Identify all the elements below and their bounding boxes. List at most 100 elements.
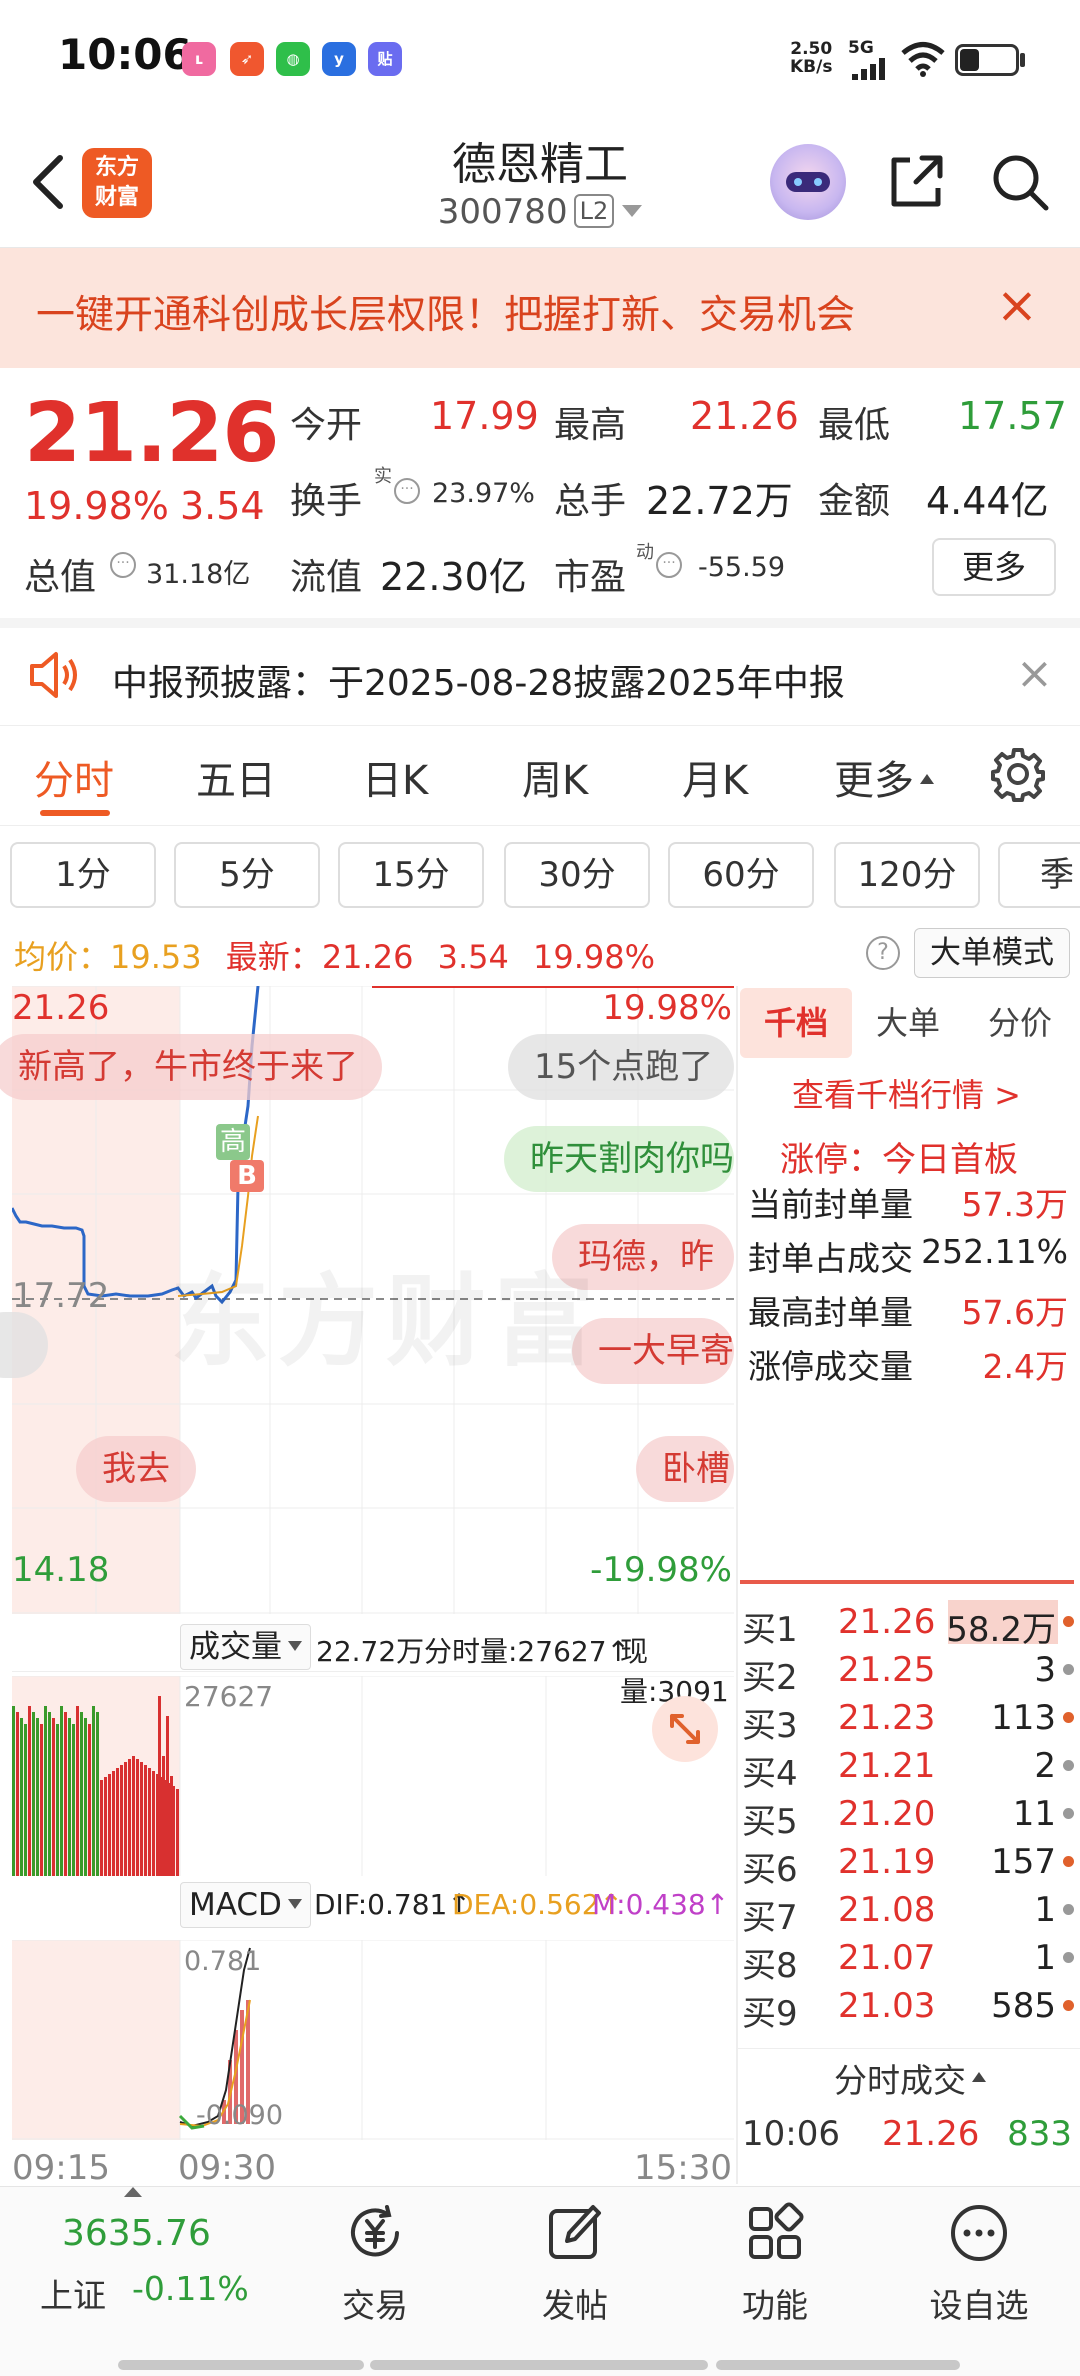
volume-bar: [148, 1768, 151, 1876]
tab-big-order[interactable]: 大单: [852, 988, 964, 1058]
turnover-sup: 实: [374, 466, 392, 487]
bid-row[interactable]: 买7 21.08 1: [742, 1886, 1076, 1938]
limit-stat-row: 封单占成交 252.11%: [748, 1232, 1068, 1280]
nav-functions[interactable]: 功能: [700, 2201, 850, 2327]
index-value[interactable]: 3635.76: [62, 2213, 211, 2254]
bid-price: 21.25: [838, 1650, 936, 1690]
search-icon[interactable]: [988, 150, 1052, 214]
bid-row[interactable]: 买8 21.07 1: [742, 1934, 1076, 1986]
tab-five-day[interactable]: 五日: [196, 748, 276, 806]
bid-row[interactable]: 买6 21.19 157: [742, 1838, 1076, 1890]
bid-dot: [1063, 1760, 1074, 1771]
bid-row[interactable]: 买5 21.20 11: [742, 1790, 1076, 1842]
macd-chart[interactable]: 0.781 -0.090: [12, 1940, 734, 2140]
close-icon[interactable]: ×: [996, 280, 1038, 330]
interval-quarter-button[interactable]: 季: [998, 842, 1080, 908]
gesture-bar: [716, 2360, 960, 2370]
comment-bubble[interactable]: 卧槽: [636, 1436, 734, 1502]
interval-30min-button[interactable]: 30分: [504, 842, 650, 908]
index-name[interactable]: 上证: [40, 2269, 106, 2317]
tab-monthly-k[interactable]: 月K: [682, 748, 748, 806]
interval-15min-button[interactable]: 15分: [338, 842, 484, 908]
tab-intraday[interactable]: 分时: [34, 748, 114, 806]
comment-bubble[interactable]: 昨天割肉你吗: [504, 1126, 734, 1192]
close-icon[interactable]: ×: [1016, 648, 1053, 699]
nav-trade[interactable]: 交易: [300, 2201, 450, 2327]
ai-assistant-icon[interactable]: [770, 144, 846, 220]
info-icon[interactable]: ···: [394, 478, 420, 504]
interval-1min-button[interactable]: 1分: [10, 842, 156, 908]
yp-app-icon: y: [322, 42, 356, 76]
price-axis-mid: 17.72: [12, 1276, 110, 1316]
volume-bar: [72, 1724, 75, 1876]
bid-price: 21.08: [838, 1890, 936, 1930]
nav-post[interactable]: 发帖: [500, 2201, 650, 2327]
volume-bar: [64, 1712, 67, 1876]
high-label: 最高: [554, 405, 627, 446]
nav-add-watchlist-label: 设自选: [929, 2286, 1029, 2325]
volume-bar: [96, 1712, 99, 1876]
more-dots-icon: [951, 2205, 1007, 2261]
nav-functions-label: 功能: [742, 2286, 808, 2325]
limit-stat-label: 当前封单量: [748, 1185, 913, 1224]
bid-row[interactable]: 买4 21.21 2: [742, 1742, 1076, 1794]
comment-bubble[interactable]: 我去: [76, 1436, 196, 1502]
low-label: 最低: [818, 405, 891, 446]
speaker-icon: [30, 652, 77, 698]
help-icon[interactable]: ?: [866, 936, 900, 970]
volume-chart[interactable]: 27627: [12, 1676, 734, 1876]
bid-price: 21.21: [838, 1746, 936, 1786]
bid-row[interactable]: 买3 21.23 113: [742, 1694, 1076, 1746]
interval-5min-button[interactable]: 5分: [174, 842, 320, 908]
comment-bubble[interactable]: 新高了，牛市终于来了: [0, 1034, 382, 1100]
bid-price: 21.03: [838, 1986, 936, 2026]
more-button[interactable]: 更多: [932, 538, 1056, 596]
index-change[interactable]: -0.11%: [132, 2269, 249, 2308]
volume-indicator-select[interactable]: 成交量: [180, 1624, 311, 1670]
view-depth-link[interactable]: 查看千档行情 >: [792, 1070, 1021, 1116]
tieba-app-icon: 贴: [368, 42, 402, 76]
comment-bubble[interactable]: 15个点跑了: [508, 1034, 734, 1100]
volume-axis-max: 27627: [184, 1680, 274, 1713]
tab-price-distribution[interactable]: 分价: [964, 988, 1076, 1058]
big-order-mode-button[interactable]: 大单模式: [914, 928, 1070, 978]
volume-bar: [40, 1724, 43, 1876]
volume-bar: [68, 1718, 71, 1876]
gear-icon[interactable]: [990, 746, 1046, 802]
tab-weekly-k[interactable]: 周K: [522, 748, 588, 806]
nav-add-watchlist[interactable]: 设自选: [904, 2201, 1054, 2327]
high-marker[interactable]: 高: [216, 1124, 250, 1160]
bid-quantity: 1: [1034, 1890, 1056, 1930]
level2-badge: L2: [573, 194, 615, 228]
bid-row[interactable]: 买1 21.26 58.2万: [742, 1598, 1076, 1650]
info-icon[interactable]: ···: [110, 552, 136, 578]
share-icon[interactable]: [886, 150, 948, 212]
interval-120min-button[interactable]: 120分: [834, 842, 980, 908]
assistant-visor: [786, 172, 830, 192]
tab-more[interactable]: 更多: [834, 748, 934, 806]
bid-price: 21.19: [838, 1842, 936, 1882]
announcement-bar[interactable]: 中报预披露：于2025-08-28披露2025年中报 ×: [0, 628, 1080, 726]
macd-indicator-select[interactable]: MACD: [180, 1882, 311, 1928]
volume-label: 总手: [554, 481, 627, 522]
macd-axis-bottom: -0.090: [196, 2100, 284, 2131]
tab-thousand-depth[interactable]: 千档: [740, 988, 852, 1058]
ticks-header[interactable]: 分时成交: [740, 2054, 1080, 2102]
bottom-nav: 3635.76 上证 -0.11% 交易 发帖 功能 设自选: [0, 2186, 1080, 2376]
period-tabs: 分时 五日 日K 周K 月K 更多: [0, 726, 1080, 826]
market-cap-value: 31.18亿: [146, 559, 251, 590]
signal-icon: [852, 58, 892, 80]
bid-dot: [1063, 1952, 1074, 1963]
bid-dot: [1063, 1664, 1074, 1675]
promo-banner[interactable]: 一键开通科创成长层权限！把握打新、交易机会 ×: [0, 248, 1080, 368]
volume-bar: [100, 1780, 103, 1876]
bid-row[interactable]: 买2 21.25 3: [742, 1646, 1076, 1698]
battery-icon: [955, 44, 1019, 76]
interval-60min-button[interactable]: 60分: [668, 842, 814, 908]
volume-bar: [108, 1774, 111, 1876]
info-icon[interactable]: ···: [656, 552, 682, 578]
tab-daily-k[interactable]: 日K: [362, 748, 428, 806]
buy-marker[interactable]: B: [230, 1160, 264, 1192]
expand-icon[interactable]: [652, 1696, 718, 1762]
bid-row[interactable]: 买9 21.03 585: [742, 1982, 1076, 2034]
